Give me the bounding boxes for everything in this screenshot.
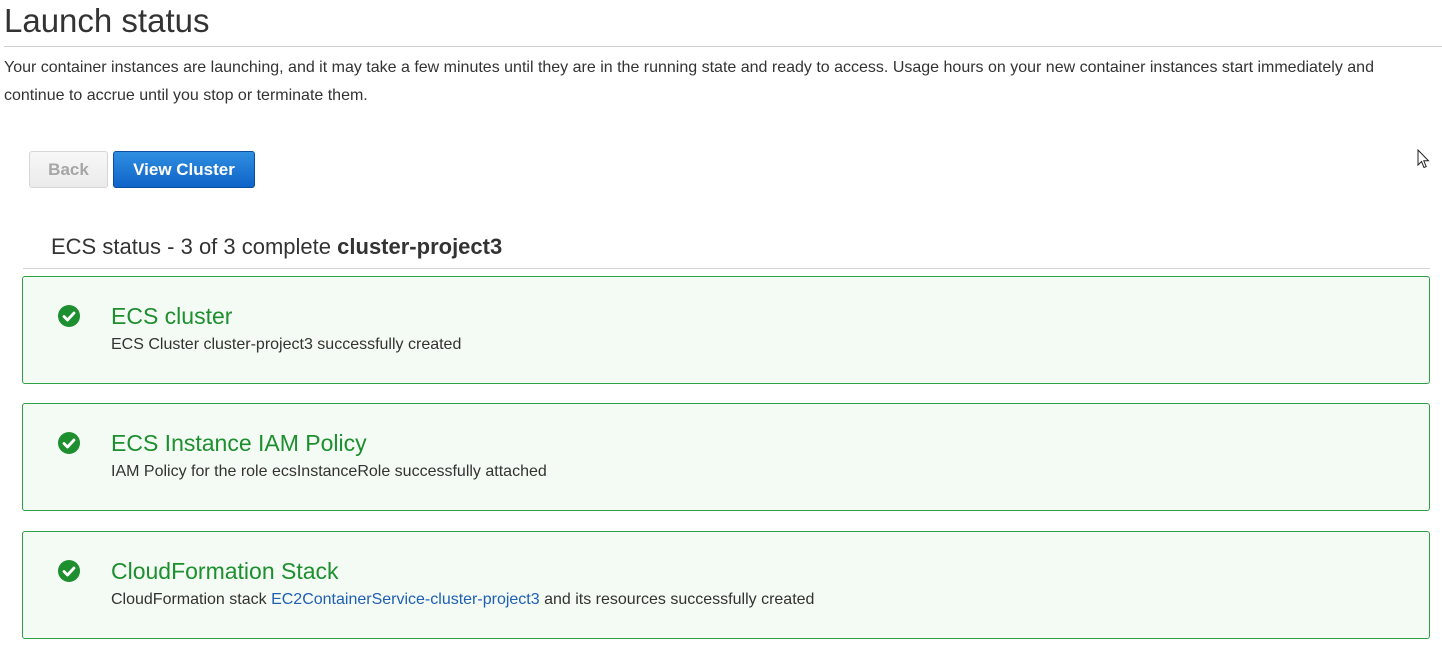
section-divider <box>23 268 1430 269</box>
launch-status-page: Launch status Your container instances a… <box>0 0 1442 653</box>
status-card-iam-policy: ECS Instance IAM Policy IAM Policy for t… <box>22 403 1430 511</box>
check-circle-icon <box>58 432 80 454</box>
status-description-suffix: and its resources successfully created <box>544 591 815 608</box>
status-card-ecs-cluster: ECS cluster ECS Cluster cluster-project3… <box>22 276 1430 384</box>
status-card-cloudformation-stack: CloudFormation Stack CloudFormation stac… <box>22 531 1430 639</box>
status-title: ECS cluster <box>111 303 233 329</box>
mouse-pointer-icon <box>1417 149 1430 169</box>
intro-text: Your container instances are launching, … <box>4 59 1374 104</box>
status-title: CloudFormation Stack <box>111 558 339 584</box>
back-button[interactable]: Back <box>29 151 108 188</box>
status-description: ECS Cluster cluster-project3 successfull… <box>111 336 462 353</box>
check-circle-icon <box>58 560 80 582</box>
ecs-status-heading: ECS status - 3 of 3 complete cluster-pro… <box>51 232 502 262</box>
cluster-name: cluster-project3 <box>337 234 503 259</box>
status-description: CloudFormation stack EC2ContainerService… <box>111 588 814 612</box>
title-divider <box>4 46 1442 47</box>
status-title: ECS Instance IAM Policy <box>111 430 367 456</box>
status-description-prefix: CloudFormation stack <box>111 591 267 608</box>
cloudformation-stack-link[interactable]: EC2ContainerService-cluster-project3 <box>271 591 540 608</box>
check-circle-icon <box>58 305 80 327</box>
status-description: IAM Policy for the role ecsInstanceRole … <box>111 463 547 480</box>
ecs-status-progress: ECS status - 3 of 3 complete <box>51 234 332 259</box>
view-cluster-button[interactable]: View Cluster <box>113 151 255 188</box>
page-title: Launch status <box>4 2 210 39</box>
